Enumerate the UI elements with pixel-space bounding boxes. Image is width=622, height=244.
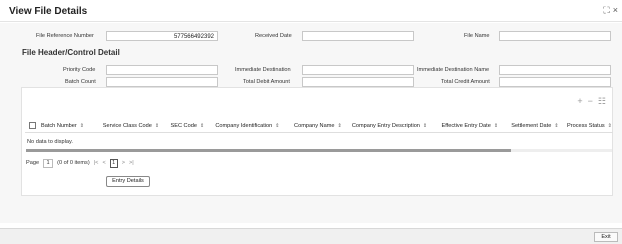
batch-count-field[interactable] bbox=[106, 77, 218, 87]
total-debit-amount-field[interactable] bbox=[302, 77, 414, 87]
total-credit-amount-label: Total Credit Amount bbox=[441, 79, 490, 85]
column-header-company-name[interactable]: Company Name ⇕ bbox=[294, 123, 352, 129]
first-page-icon[interactable]: |< bbox=[94, 160, 99, 166]
last-page-icon[interactable]: >| bbox=[129, 160, 134, 166]
page-label: Page bbox=[26, 160, 40, 166]
items-count: (0 of 0 items) bbox=[57, 160, 90, 166]
select-all-checkbox[interactable] bbox=[29, 122, 36, 129]
column-header-company-entry-description[interactable]: Company Entry Description ⇕ bbox=[352, 123, 442, 129]
total-credit-amount-field[interactable] bbox=[499, 77, 611, 87]
sort-icon[interactable]: ⇕ bbox=[200, 123, 204, 129]
page-number-input[interactable]: 1 bbox=[43, 158, 54, 168]
column-header-company-identification[interactable]: Company Identification ⇕ bbox=[215, 123, 294, 129]
title-bar: View File Details ⛶ × bbox=[0, 0, 622, 22]
entry-details-button[interactable]: Entry Details bbox=[106, 176, 150, 187]
received-date-label: Received Date bbox=[255, 33, 292, 39]
exit-button[interactable]: Exit bbox=[594, 232, 618, 242]
next-page-icon[interactable]: > bbox=[122, 160, 125, 166]
horizontal-scrollbar[interactable] bbox=[26, 149, 612, 152]
immediate-destination-name-field[interactable] bbox=[499, 65, 611, 75]
total-debit-amount-label: Total Debit Amount bbox=[243, 79, 290, 85]
sort-icon[interactable]: ⇕ bbox=[337, 123, 341, 129]
immediate-destination-field[interactable] bbox=[302, 65, 414, 75]
column-header-effective-entry-date[interactable]: Effective Entry Date ⇕ bbox=[441, 123, 511, 129]
file-name-label: File Name bbox=[464, 33, 490, 39]
footer-bar: Exit bbox=[0, 228, 622, 244]
file-header-section-title: File Header/Control Detail bbox=[22, 48, 120, 57]
grid-header-row: Batch Number ⇕ Service Class Code ⇕ SEC Co… bbox=[25, 119, 613, 133]
batch-count-label: Batch Count bbox=[65, 79, 96, 85]
column-header-batch-number[interactable]: Batch Number ⇕ bbox=[41, 123, 103, 129]
file-reference-label: File Reference Number bbox=[36, 33, 94, 39]
sort-icon[interactable]: ⇕ bbox=[80, 123, 84, 129]
pagination: Page 1 (0 of 0 items) |< < 1 > >| bbox=[26, 157, 134, 169]
priority-code-field[interactable] bbox=[106, 65, 218, 75]
sort-icon[interactable]: ⇕ bbox=[554, 123, 558, 129]
current-page-button[interactable]: 1 bbox=[109, 158, 118, 168]
column-settings-icon[interactable]: ☷ bbox=[598, 96, 606, 107]
window-controls: ⛶ × bbox=[603, 5, 618, 16]
sort-icon[interactable]: ⇕ bbox=[275, 123, 279, 129]
file-reference-field[interactable]: 577566492392 bbox=[106, 31, 218, 41]
page-title: View File Details bbox=[9, 6, 88, 17]
immediate-destination-label: Immediate Destination bbox=[235, 67, 291, 73]
remove-row-icon[interactable]: − bbox=[588, 96, 593, 107]
immediate-destination-name-label: Immediate Destination Name bbox=[417, 67, 490, 73]
received-date-field[interactable] bbox=[302, 31, 414, 41]
add-row-icon[interactable]: + bbox=[577, 96, 582, 107]
grid-toolbar: + − ☷ bbox=[577, 96, 606, 107]
sort-icon[interactable]: ⇕ bbox=[608, 123, 612, 129]
grid-empty-message: No data to display. bbox=[27, 139, 73, 145]
scrollbar-thumb[interactable] bbox=[26, 149, 511, 152]
sort-icon[interactable]: ⇕ bbox=[494, 123, 498, 129]
main-content: File Reference Number 577566492392 Recei… bbox=[0, 23, 622, 223]
previous-page-icon[interactable]: < bbox=[102, 160, 105, 166]
column-header-settlement-date[interactable]: Settlement Date ⇕ bbox=[511, 123, 567, 129]
close-icon[interactable]: × bbox=[613, 5, 618, 16]
column-header-process-status[interactable]: Process Status ⇕ bbox=[567, 123, 613, 129]
column-header-sec-code[interactable]: SEC Code ⇕ bbox=[171, 123, 216, 129]
priority-code-label: Priority Code bbox=[63, 67, 96, 73]
sort-icon[interactable]: ⇕ bbox=[155, 123, 159, 129]
sort-icon[interactable]: ⇕ bbox=[423, 123, 427, 129]
file-name-field[interactable] bbox=[499, 31, 611, 41]
column-header-service-class-code[interactable]: Service Class Code ⇕ bbox=[103, 123, 171, 129]
restore-icon[interactable]: ⛶ bbox=[603, 5, 609, 16]
